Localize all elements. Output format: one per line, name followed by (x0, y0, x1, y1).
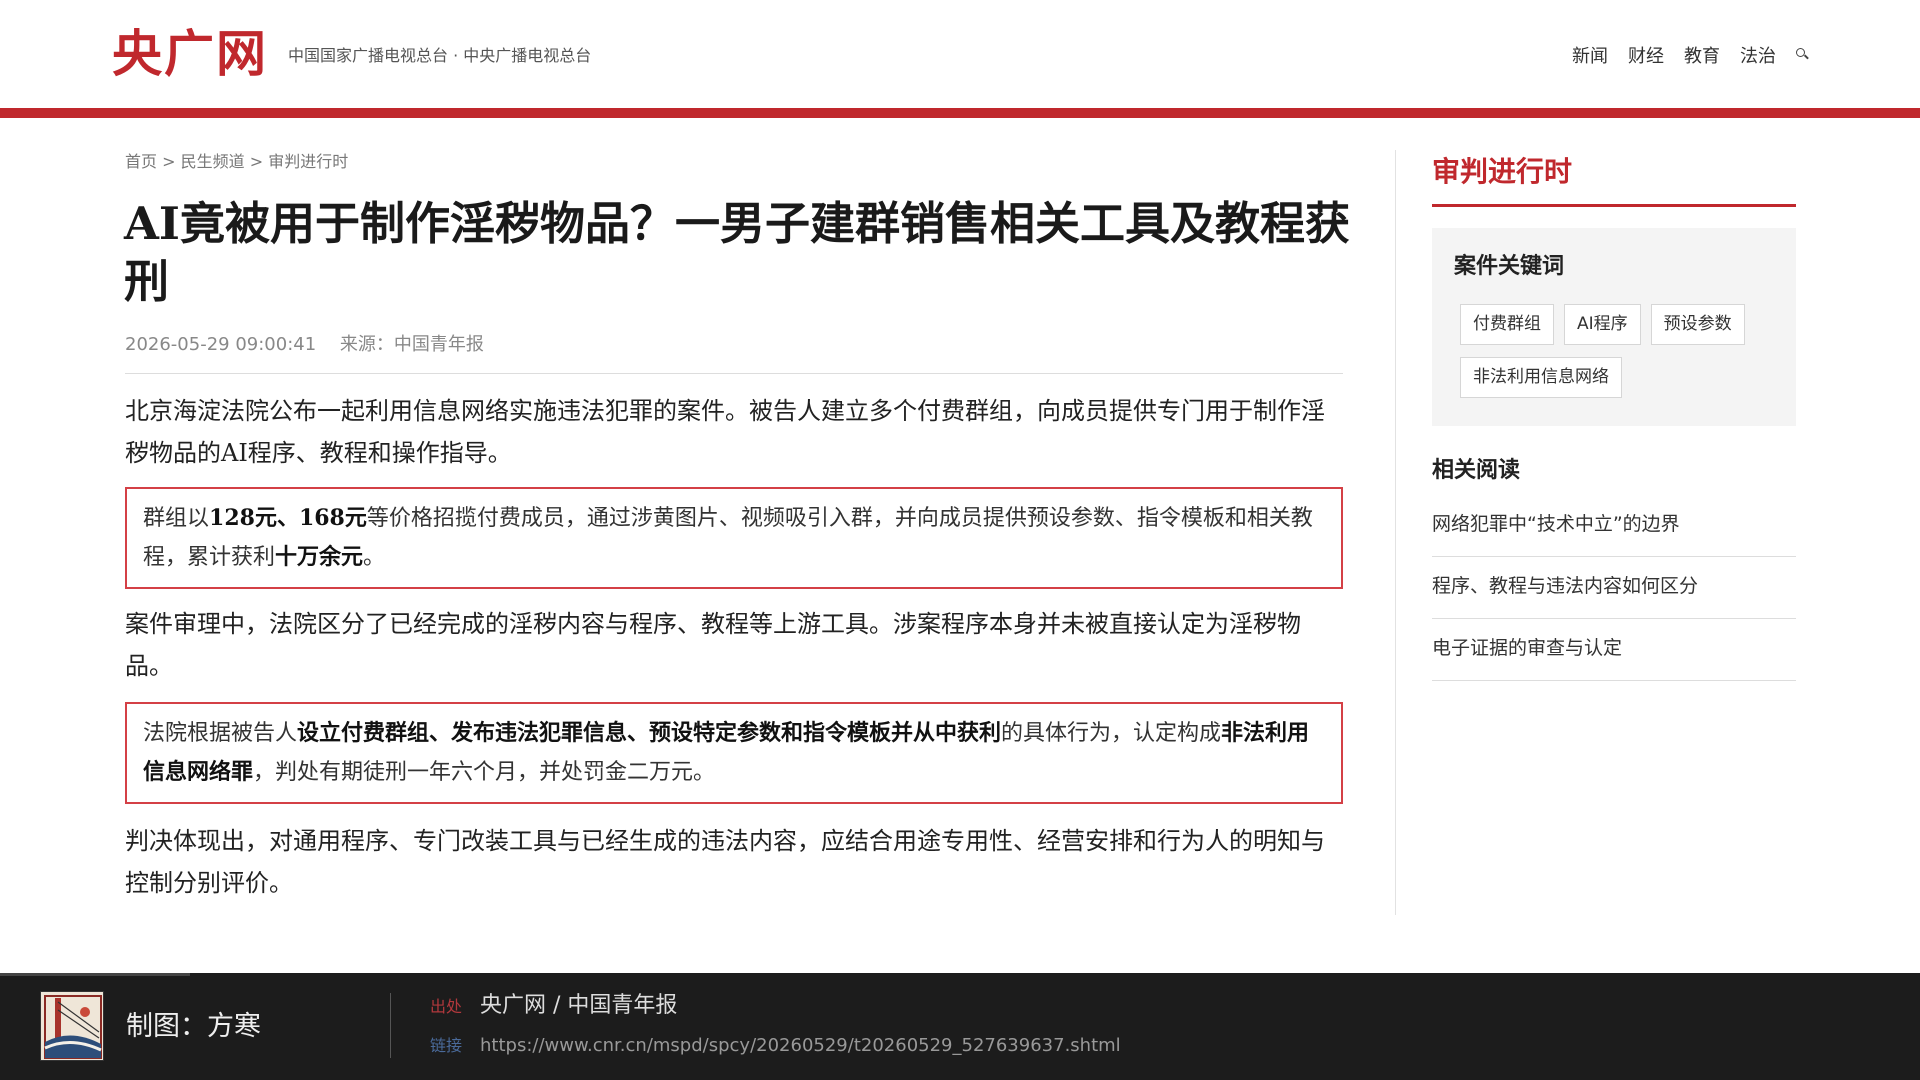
highlight-box: 法院根据被告人设立付费群组、发布违法犯罪信息、预设特定参数和指令模板并从中获利的… (125, 702, 1343, 804)
footer-bar: 制图：方寒 出处 央广网 / 中国青年报 链接 https://www.cnr.… (0, 973, 1920, 1080)
breadcrumb-separator: > (249, 152, 264, 171)
source-value: 央广网 / 中国青年报 (480, 993, 678, 1018)
related-item[interactable]: 程序、教程与违法内容如何区分 (1432, 557, 1796, 619)
keyword-tag[interactable]: 付费群组 (1460, 304, 1554, 345)
highlight-text: 。 (363, 545, 386, 570)
keywords-panel: 案件关键词 付费群组 AI程序 预设参数 非法利用信息网络 (1432, 228, 1796, 426)
highlight-bold: 128元、168元 (209, 505, 367, 531)
breadcrumb-channel[interactable]: 民生频道 (181, 152, 245, 171)
illustration-credit: 制图：方寒 (126, 1011, 261, 1042)
keyword-tag[interactable]: 非法利用信息网络 (1460, 357, 1622, 398)
keywords-heading: 案件关键词 (1454, 254, 1565, 279)
highlight-text: 的具体行为，认定构成 (1001, 721, 1222, 746)
header-red-bar (0, 108, 1920, 118)
nav-item-finance[interactable]: 财经 (1628, 42, 1664, 68)
highlight-bold: 十万余元 (275, 544, 364, 570)
related-list: 网络犯罪中“技术中立”的边界 程序、教程与违法内容如何区分 电子证据的审查与认定 (1432, 495, 1796, 681)
nav-item-law[interactable]: 法治 (1740, 42, 1776, 68)
breadcrumb-separator: > (162, 152, 176, 171)
column-divider (1395, 150, 1396, 915)
sidebar-title-underline (1432, 204, 1796, 207)
site-tagline: 中国国家广播电视总台 · 中央广播电视总台 (288, 46, 592, 65)
highlight-text: 群组以 (143, 506, 210, 531)
source-label: 出处 (430, 997, 463, 1016)
site-logo[interactable]: 央广网 (112, 22, 268, 86)
sidebar-title: 审判进行时 (1432, 155, 1573, 188)
illustration-thumbnail-icon[interactable] (40, 991, 104, 1061)
search-icon[interactable] (1796, 48, 1810, 62)
site-header: 央广网 中国国家广播电视总台 · 中央广播电视总台 新闻 财经 教育 法治 (0, 0, 1920, 110)
article-paragraph: 判决体现出，对通用程序、专门改装工具与已经生成的违法内容，应结合用途专用性、经营… (125, 827, 1325, 897)
source-link[interactable]: https://www.cnr.cn/mspd/spcy/20260529/t2… (480, 1032, 1121, 1060)
article-meta: 2026-05-29 09:00:41 来源：中国青年报 (125, 332, 502, 358)
breadcrumb: 首页 > 民生频道 > 审判进行时 (125, 150, 348, 174)
related-heading: 相关阅读 (1432, 458, 1521, 483)
top-nav: 新闻 财经 教育 法治 (1572, 42, 1810, 68)
breadcrumb-home[interactable]: 首页 (125, 152, 157, 171)
breadcrumb-section[interactable]: 审判进行时 (268, 152, 348, 171)
keyword-tag[interactable]: AI程序 (1564, 304, 1641, 345)
footer-accent-line (0, 973, 190, 976)
link-label: 链接 (430, 1036, 463, 1055)
title-divider (125, 373, 1343, 374)
footer-divider (390, 993, 391, 1058)
article-paragraph: 北京海淀法院公布一起利用信息网络实施违法犯罪的案件。被告人建立多个付费群组，向成… (125, 397, 1325, 467)
related-item[interactable]: 电子证据的审查与认定 (1432, 619, 1796, 681)
article-source: 来源：中国青年报 (339, 334, 484, 355)
article-paragraph: 案件审理中，法院区分了已经完成的淫秽内容与程序、教程等上游工具。涉案程序本身并未… (125, 610, 1301, 680)
article-title: AI竟被用于制作淫秽物品？一男子建群销售相关工具及教程获刑 (124, 197, 1350, 308)
related-item[interactable]: 网络犯罪中“技术中立”的边界 (1432, 495, 1796, 557)
highlight-text: ，判处有期徒刑一年六个月，并处罚金二万元。 (253, 760, 716, 785)
highlight-bold: 设立付费群组、发布违法犯罪信息、预设特定参数和指令模板并从中获利 (297, 720, 1002, 746)
keyword-tag[interactable]: 预设参数 (1650, 304, 1745, 345)
article-date: 2026-05-29 09:00:41 (125, 334, 317, 355)
highlight-text: 法院根据被告人 (143, 721, 298, 746)
nav-item-education[interactable]: 教育 (1684, 42, 1720, 68)
keyword-tags: 付费群组 AI程序 预设参数 非法利用信息网络 (1460, 304, 1780, 398)
nav-item-news[interactable]: 新闻 (1572, 42, 1608, 68)
highlight-box: 群组以128元、168元等价格招揽付费成员，通过涉黄图片、视频吸引入群，并向成员… (125, 487, 1343, 589)
